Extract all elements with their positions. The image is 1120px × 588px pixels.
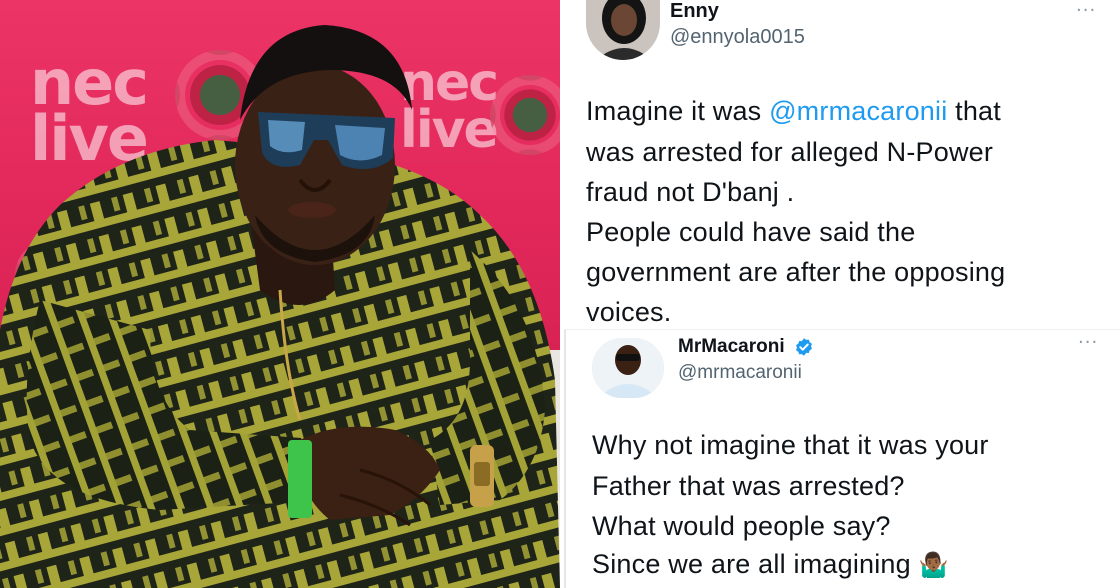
tweet-text-line: Why not imagine that it was your [592, 430, 989, 460]
more-options-icon[interactable]: ··· [1076, 0, 1096, 21]
person-illustration [0, 25, 560, 588]
author-name[interactable]: MrMacaroni [678, 336, 814, 358]
tweet-text-line: People could have said the [586, 217, 916, 247]
tweet-text-line: voices. [586, 297, 672, 327]
avatar[interactable] [592, 338, 664, 398]
verified-badge-icon [796, 338, 812, 356]
shrug-emoji-icon: 🤷🏾‍♂️ [918, 552, 949, 579]
tweet-card-enny[interactable]: Enny @ennyola0015 ··· Imagine it was @mr… [564, 0, 1120, 330]
tweet-text-line: government are after the opposing [586, 257, 1006, 287]
tweet-text-line: Imagine it was @mrmacaronii that [586, 96, 1001, 126]
tweet-text-line: was arrested for alleged N-Power [586, 137, 994, 167]
photo-mr-macaroni: nec live nec live [0, 0, 560, 588]
tweet-text-line: Since we are all imagining 🤷🏾‍♂️ [592, 549, 949, 579]
tweet-text-line: Father that was arrested? [592, 471, 905, 501]
tweet-text-line: What would people say? [592, 511, 891, 541]
avatar-photo-icon [586, 0, 660, 60]
green-wristband [288, 440, 312, 518]
tweet-card-mrmacaroni[interactable]: MrMacaroni @mrmacaronii ··· Why not imag… [564, 330, 1120, 588]
author-name[interactable]: Enny [670, 0, 719, 23]
avatar[interactable] [586, 0, 660, 60]
mention-link[interactable]: @mrmacaronii [769, 96, 947, 126]
author-handle[interactable]: @mrmacaronii [678, 362, 802, 384]
author-handle[interactable]: @ennyola0015 [670, 26, 805, 49]
tweet-text-line: fraud not D'banj . [586, 177, 795, 207]
more-options-icon[interactable]: ··· [1078, 332, 1098, 353]
avatar-photo-icon [592, 338, 664, 398]
